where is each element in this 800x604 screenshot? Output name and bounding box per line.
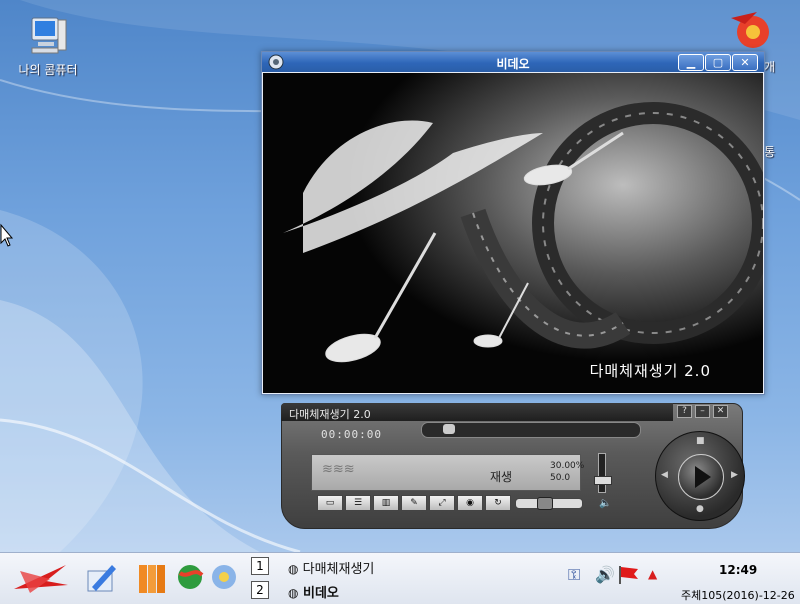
- stop-button[interactable]: ■: [696, 436, 705, 446]
- player-app-icon: ◍: [288, 586, 299, 600]
- maximize-icon: ▢: [712, 56, 724, 69]
- repeat-button[interactable]: ↻: [485, 495, 511, 511]
- play-mode-text: 재생: [490, 470, 513, 484]
- readout-value: 50.0: [550, 473, 571, 483]
- previous-button[interactable]: ◀: [661, 470, 668, 480]
- date: 주체105(2016)-12-26: [681, 589, 795, 602]
- desktop-edge-label: 개: [764, 60, 776, 74]
- status-screen: ≋≋≋ 재생 30.00% 50.0: [311, 454, 585, 491]
- minimize-icon: –: [700, 406, 705, 416]
- playlist-icon: ☰: [353, 498, 363, 508]
- player-minimize-button[interactable]: –: [695, 405, 710, 418]
- play-button[interactable]: [678, 454, 724, 500]
- close-icon: ✕: [740, 56, 750, 69]
- player-app-icon: ◍: [288, 562, 299, 576]
- file-manager-icon[interactable]: [137, 561, 169, 595]
- volume-icon[interactable]: 🔊: [595, 565, 615, 584]
- player-title: 다매체재생기 2.0: [289, 408, 371, 421]
- close-button[interactable]: ✕: [732, 54, 758, 71]
- help-icon: ?: [682, 406, 687, 416]
- fullscreen-icon: ⤢: [438, 498, 446, 508]
- settings-button[interactable]: ✎: [401, 495, 427, 511]
- media-player: 다매체재생기 2.0 ? – ✕ 00:00:00 ≋≋≋ 재생 30.00% …: [281, 403, 745, 529]
- player-close-button[interactable]: ✕: [713, 405, 728, 418]
- pause-button[interactable]: ●: [696, 504, 704, 514]
- minimize-icon: ▁: [686, 56, 696, 69]
- playlist-button[interactable]: ☰: [345, 495, 371, 511]
- settings-icon: ✎: [410, 498, 418, 508]
- speaker-icon: 🔈: [599, 498, 612, 509]
- player-help-button[interactable]: ?: [677, 405, 692, 418]
- desktop-icon-label: 나의 콤퓨터: [18, 63, 78, 77]
- close-icon: ✕: [716, 406, 725, 416]
- splash-artwork: [263, 73, 763, 393]
- party-emblem-icon: ▲: [648, 567, 658, 581]
- next-button[interactable]: ▶: [731, 470, 738, 480]
- seek-bar[interactable]: [421, 422, 641, 438]
- repeat-icon: ↻: [494, 498, 502, 508]
- minimize-button[interactable]: ▁: [678, 54, 704, 71]
- task-item-video[interactable]: ◍ 비데오: [288, 582, 339, 601]
- taskbar: 1 2 ◍ 다매체재생기 ◍ 비데오 ⚿ 🔊 ▲ 12:49 주체105(201…: [0, 552, 800, 604]
- desktop-icon-my-computer[interactable]: 나의 콤퓨터: [14, 12, 82, 78]
- fullscreen-button[interactable]: ⤢: [429, 495, 455, 511]
- balance-knob[interactable]: [537, 497, 553, 510]
- start-menu-icon[interactable]: [10, 559, 70, 597]
- snapshot-icon: ◉: [466, 498, 474, 508]
- network-icon[interactable]: ⚿: [568, 565, 580, 585]
- video-window: 비데오 ▁ ▢ ✕ 다매체재생기 2.0: [261, 51, 765, 395]
- media-player-launch-icon[interactable]: [210, 563, 238, 591]
- splash-product-name: 다매체재생기 2.0: [589, 362, 711, 380]
- desktop-edge-label: 통: [764, 145, 776, 159]
- flower-logo-icon[interactable]: [727, 8, 775, 52]
- drawing-app-icon[interactable]: [84, 561, 118, 595]
- task-label: 다매체재생기: [302, 562, 375, 577]
- readout-percent: 30.00%: [550, 461, 585, 471]
- player-logo-icon: ≋≋≋: [322, 462, 355, 477]
- volume-slider[interactable]: [594, 453, 612, 493]
- browser-icon[interactable]: [176, 563, 204, 591]
- volume-knob[interactable]: [594, 476, 612, 485]
- seek-thumb[interactable]: [443, 424, 455, 434]
- transport-dial: ■ ◀ ▶ ●: [655, 431, 745, 521]
- task-item-media-player[interactable]: ◍ 다매체재생기: [288, 558, 374, 577]
- video-display[interactable]: 다매체재생기 2.0: [263, 73, 763, 393]
- flag-icon[interactable]: [618, 565, 640, 585]
- open-icon: ▭: [325, 498, 335, 508]
- task-number: 2: [251, 581, 269, 599]
- clock[interactable]: 12:49: [719, 563, 757, 577]
- computer-icon: [31, 17, 67, 54]
- balance-slider[interactable]: [515, 497, 583, 510]
- player-titlebar[interactable]: 다매체재생기 2.0: [281, 403, 673, 421]
- snapshot-button[interactable]: ◉: [457, 495, 483, 511]
- video-window-titlebar[interactable]: 비데오 ▁ ▢ ✕: [262, 52, 764, 72]
- equalizer-icon: ▥: [381, 498, 391, 508]
- task-label: 비데오: [303, 586, 339, 601]
- task-number: 1: [251, 557, 269, 575]
- time-display: 00:00:00: [321, 428, 382, 441]
- equalizer-button[interactable]: ▥: [373, 495, 399, 511]
- open-file-button[interactable]: ▭: [317, 495, 343, 511]
- maximize-button[interactable]: ▢: [705, 54, 731, 71]
